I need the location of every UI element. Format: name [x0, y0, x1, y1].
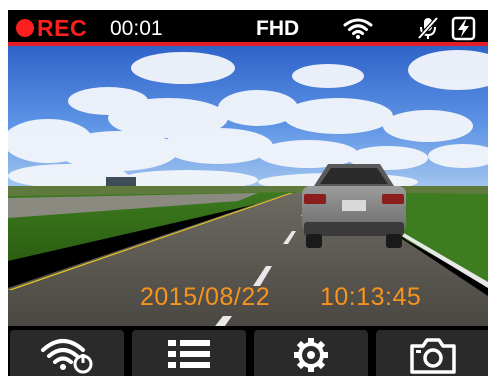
- camera-icon: [410, 338, 456, 374]
- settings-gear-icon: [294, 338, 328, 372]
- settings-button[interactable]: [254, 330, 368, 376]
- menu-list-icon: [168, 340, 210, 368]
- wifi-icon: [343, 18, 373, 39]
- capture-photo-button[interactable]: [376, 330, 488, 376]
- overlay-time: 10:13:45: [320, 283, 422, 311]
- charging-battery-icon: [451, 16, 476, 41]
- dashcam-screen: REC 00:01 FHD 2015/08/22 10:13:45: [8, 10, 488, 376]
- wifi-toggle-button[interactable]: [10, 330, 124, 376]
- recording-time: 00:01: [110, 17, 163, 40]
- recording-indicator-icon: [16, 19, 34, 37]
- resolution-label: FHD: [256, 17, 300, 40]
- mic-mute-icon: [417, 16, 439, 40]
- rec-label: REC: [37, 15, 88, 41]
- menu-button[interactable]: [132, 330, 246, 376]
- bottom-toolbar: [8, 326, 488, 376]
- wifi-power-icon: [41, 339, 93, 374]
- status-bar: REC 00:01 FHD: [8, 10, 488, 46]
- overlay-date: 2015/08/22: [140, 283, 271, 311]
